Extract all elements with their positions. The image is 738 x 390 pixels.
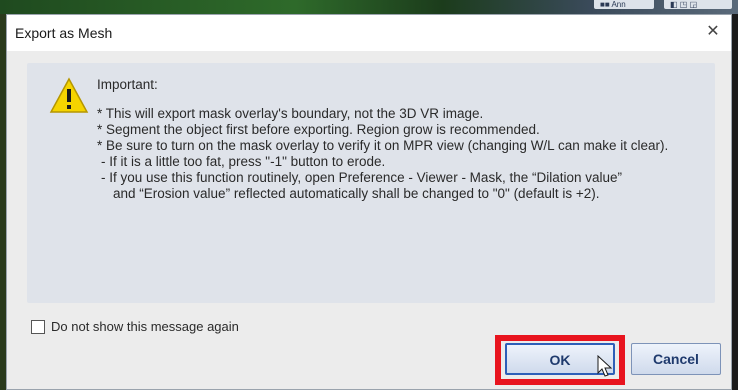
message-line: * Be sure to turn on the mask overlay to… (97, 138, 669, 153)
dont-show-again-label[interactable]: Do not show this message again (51, 319, 239, 334)
cancel-button[interactable]: Cancel (631, 343, 721, 375)
background-button: ■■ Ann (594, 0, 654, 9)
export-mesh-dialog: Export as Mesh ✕ Important: * This will … (6, 14, 732, 390)
message-text: Important: * This will export mask overl… (97, 77, 707, 202)
message-line: - If it is a little too fat, press "-1" … (101, 154, 386, 169)
message-line: - If you use this function routinely, op… (101, 170, 622, 185)
message-line: * This will export mask overlay's bounda… (97, 106, 484, 121)
background-button: ◧ ◳ ◲ (664, 0, 732, 9)
message-line: * Segment the object first before export… (97, 122, 540, 137)
message-panel: Important: * This will export mask overl… (27, 63, 715, 303)
close-icon[interactable]: ✕ (703, 22, 723, 42)
dont-show-again-checkbox[interactable] (31, 320, 45, 334)
background-app-right (732, 14, 738, 390)
dialog-titlebar: Export as Mesh ✕ (7, 15, 731, 51)
dialog-title: Export as Mesh (15, 25, 113, 41)
message-line: and “Erosion value” reflected automatica… (113, 186, 600, 201)
mouse-pointer-icon (597, 355, 613, 377)
dialog-body: Important: * This will export mask overl… (7, 51, 731, 389)
warning-icon (49, 77, 89, 113)
message-heading: Important: (97, 77, 158, 92)
